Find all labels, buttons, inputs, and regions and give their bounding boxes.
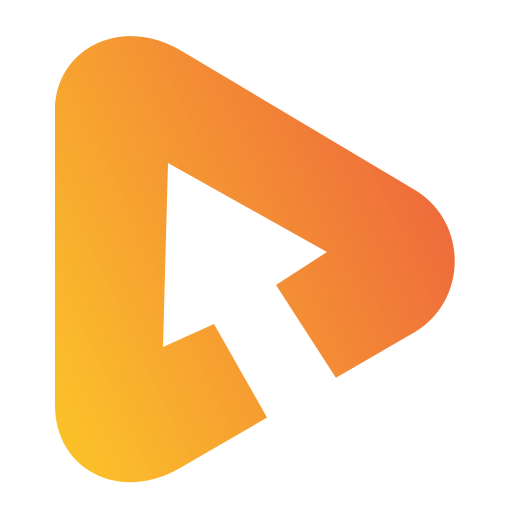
- app-icon-canvas: [0, 0, 512, 512]
- play-cursor-logo-icon: [55, 36, 455, 483]
